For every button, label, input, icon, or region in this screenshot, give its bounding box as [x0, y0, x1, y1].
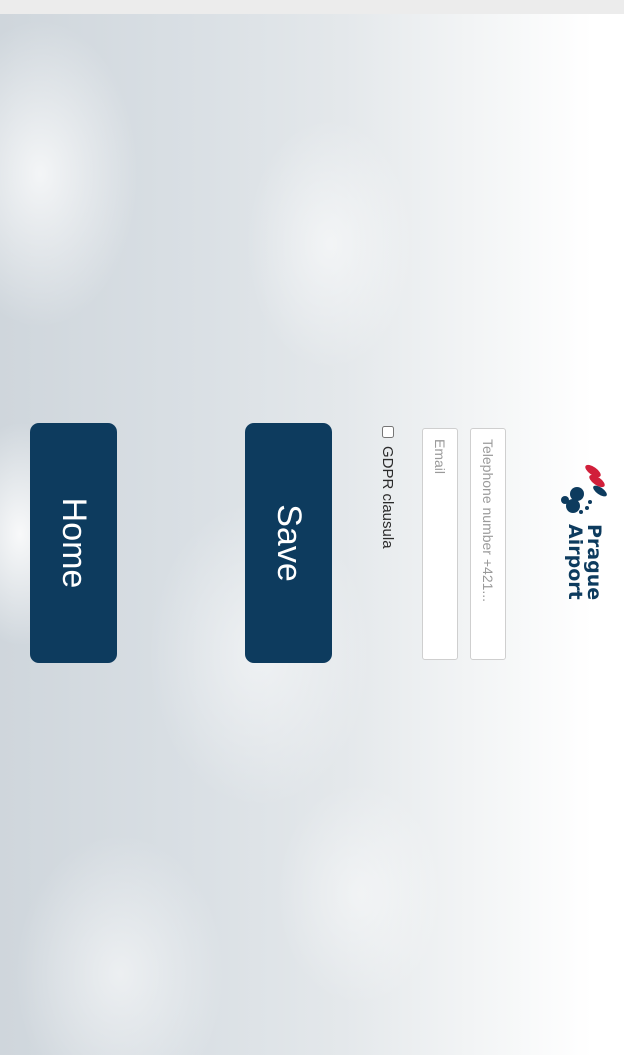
- save-button[interactable]: Save: [245, 423, 332, 663]
- status-bar: [0, 0, 624, 14]
- logo-line-prague: Prague: [583, 524, 605, 601]
- rotated-content: Prague Airport GDPR clausula Save Home: [0, 14, 624, 1055]
- logo-line-airport: Airport: [564, 524, 586, 600]
- app-screen: Prague Airport GDPR clausula Save Home: [0, 14, 624, 1055]
- home-button[interactable]: Home: [30, 423, 117, 663]
- email-input[interactable]: [422, 428, 458, 660]
- prague-airport-logo: Prague Airport: [554, 462, 614, 632]
- logo-wordmark: Prague Airport: [564, 524, 605, 601]
- phone-input[interactable]: [470, 428, 506, 660]
- gdpr-label: GDPR clausula: [379, 446, 397, 549]
- gdpr-consent[interactable]: GDPR clausula: [378, 426, 398, 549]
- logo-mark-icon: [561, 464, 607, 514]
- gdpr-checkbox[interactable]: [382, 426, 394, 438]
